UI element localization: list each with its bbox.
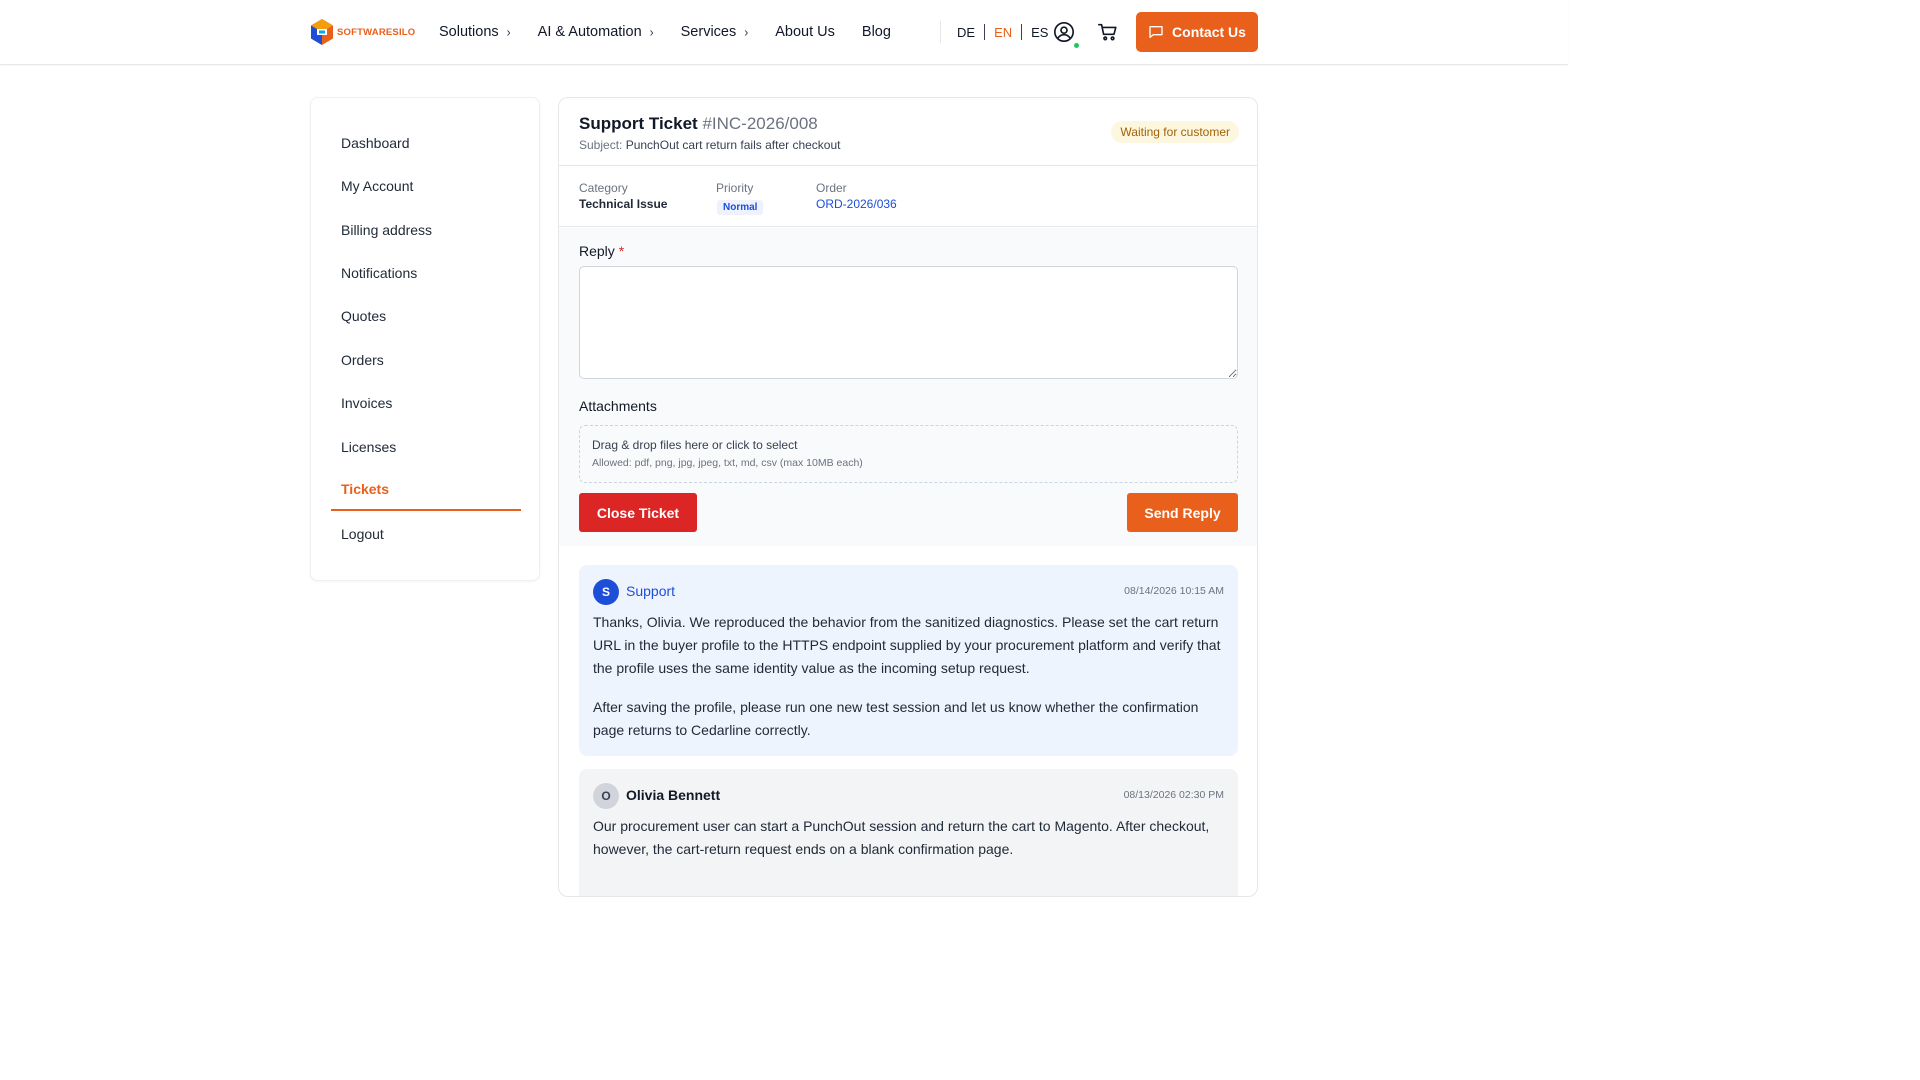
sidebar-item-notifications[interactable]: Notifications xyxy=(331,251,521,294)
priority-label: Priority xyxy=(716,181,754,195)
ticket-id: #INC-2026/008 xyxy=(702,114,818,133)
subject-value: PunchOut cart return fails after checkou… xyxy=(625,138,841,152)
sidebar-item-tickets[interactable]: Tickets xyxy=(331,468,521,511)
sidebar-item-logout[interactable]: Logout xyxy=(331,512,521,555)
ticket-subject: Subject: PunchOut cart return fails afte… xyxy=(579,138,840,152)
message-customer: O Olivia Bennett 08/13/2026 02:30 PM Our… xyxy=(579,769,1238,896)
sidebar-item-dashboard[interactable]: Dashboard xyxy=(331,121,521,164)
message-author: Support xyxy=(626,583,676,599)
chevron-right-icon: › xyxy=(506,24,511,40)
nav-blog[interactable]: Blog xyxy=(862,24,891,40)
reply-form: Reply * Attachments Drag & drop files he… xyxy=(559,228,1257,546)
sidebar-item-invoices[interactable]: Invoices xyxy=(331,381,521,424)
nav-about-us[interactable]: About Us xyxy=(775,24,835,40)
language-switcher: DE EN ES xyxy=(957,0,1048,64)
nav-about-us-label: About Us xyxy=(775,24,835,40)
required-mark: * xyxy=(618,243,625,259)
send-reply-button[interactable]: Send Reply xyxy=(1127,493,1238,532)
nav-services-label: Services xyxy=(680,24,737,40)
user-account-icon[interactable] xyxy=(1053,21,1075,43)
order-link[interactable]: ORD-2026/036 xyxy=(816,197,897,211)
ticket-meta: Category Technical Issue Priority Normal… xyxy=(559,167,1257,227)
nav-blog-label: Blog xyxy=(861,24,891,40)
online-status-dot xyxy=(1073,42,1080,49)
avatar: S xyxy=(593,579,619,605)
nav-ai-automation-label: AI & Automation xyxy=(537,24,642,40)
reply-label-text: Reply xyxy=(579,243,615,259)
lang-es[interactable]: ES xyxy=(1031,25,1048,40)
priority-badge: Normal xyxy=(717,200,764,215)
attachments-dropzone[interactable]: Drag & drop files here or click to selec… xyxy=(579,425,1238,483)
nav-services[interactable]: Services › xyxy=(681,24,749,40)
meta-category: Category Technical Issue xyxy=(579,181,667,211)
sidebar-item-billing-address[interactable]: Billing address xyxy=(331,208,521,251)
nav-ai-automation[interactable]: AI & Automation › xyxy=(538,24,654,40)
lang-de[interactable]: DE xyxy=(957,25,975,40)
close-ticket-button[interactable]: Close Ticket xyxy=(579,493,697,532)
meta-priority: Priority Normal xyxy=(716,181,764,215)
cart-icon[interactable] xyxy=(1097,21,1119,43)
nav-divider xyxy=(940,21,941,43)
attachments-label: Attachments xyxy=(579,398,657,414)
dropzone-instructions: Drag & drop files here or click to selec… xyxy=(592,438,798,452)
brand-name: SOFTWARESILO xyxy=(337,26,416,38)
logo-mark-icon xyxy=(311,19,333,45)
reply-textarea[interactable] xyxy=(579,266,1238,379)
chevron-right-icon: › xyxy=(744,24,749,40)
chat-bubble-icon xyxy=(1149,26,1163,38)
chevron-right-icon: › xyxy=(649,24,654,40)
message-timestamp: 08/14/2026 10:15 AM xyxy=(1124,585,1224,597)
sidebar-item-my-account[interactable]: My Account xyxy=(331,164,521,207)
message-paragraph: Thanks, Olivia. We reproduced the behavi… xyxy=(593,614,1221,676)
meta-order: Order ORD-2026/036 xyxy=(816,181,897,211)
contact-us-label: Contact Us xyxy=(1172,24,1246,40)
nav-solutions[interactable]: Solutions › xyxy=(439,24,511,40)
lang-separator xyxy=(984,24,986,40)
order-label: Order xyxy=(816,181,847,195)
sidebar-item-quotes[interactable]: Quotes xyxy=(331,294,521,337)
message-support: S Support 08/14/2026 10:15 AM Thanks, Ol… xyxy=(579,565,1238,756)
category-value: Technical Issue xyxy=(579,197,668,211)
category-label: Category xyxy=(579,181,628,195)
account-sidebar: Dashboard My Account Billing address Not… xyxy=(310,97,540,581)
site-header: SOFTWARESILO Solutions › AI & Automation ›… xyxy=(0,0,1568,65)
lang-en[interactable]: EN xyxy=(994,25,1012,40)
main-nav: Solutions › AI & Automation › Services › Ab… xyxy=(439,0,918,64)
reply-label: Reply * xyxy=(579,243,624,259)
message-paragraph: After saving the profile, please run one… xyxy=(593,699,1199,738)
sidebar-item-orders[interactable]: Orders xyxy=(331,338,521,381)
message-timestamp: 08/13/2026 02:30 PM xyxy=(1123,789,1224,801)
contact-us-button[interactable]: Contact Us xyxy=(1136,12,1258,52)
message-paragraph: Our procurement user can start a PunchOu… xyxy=(593,818,1210,857)
ticket-title-text: Support Ticket xyxy=(579,114,698,133)
lang-separator xyxy=(1021,24,1023,40)
brand-logo[interactable]: SOFTWARESILO xyxy=(310,18,415,46)
ticket-header: Support Ticket #INC-2026/008 Subject: Pu… xyxy=(559,98,1257,166)
message-author: Olivia Bennett xyxy=(626,787,721,803)
subject-label: Subject: xyxy=(579,138,623,152)
avatar: O xyxy=(593,783,619,809)
ticket-title: Support Ticket #INC-2026/008 xyxy=(579,114,818,134)
nav-solutions-label: Solutions xyxy=(439,24,499,40)
status-badge: Waiting for customer xyxy=(1111,121,1239,143)
sidebar-item-licenses[interactable]: Licenses xyxy=(331,425,521,468)
ticket-card: Support Ticket #INC-2026/008 Subject: Pu… xyxy=(558,97,1258,897)
dropzone-allowed-types: Allowed: pdf, png, jpg, jpeg, txt, md, c… xyxy=(592,457,863,469)
